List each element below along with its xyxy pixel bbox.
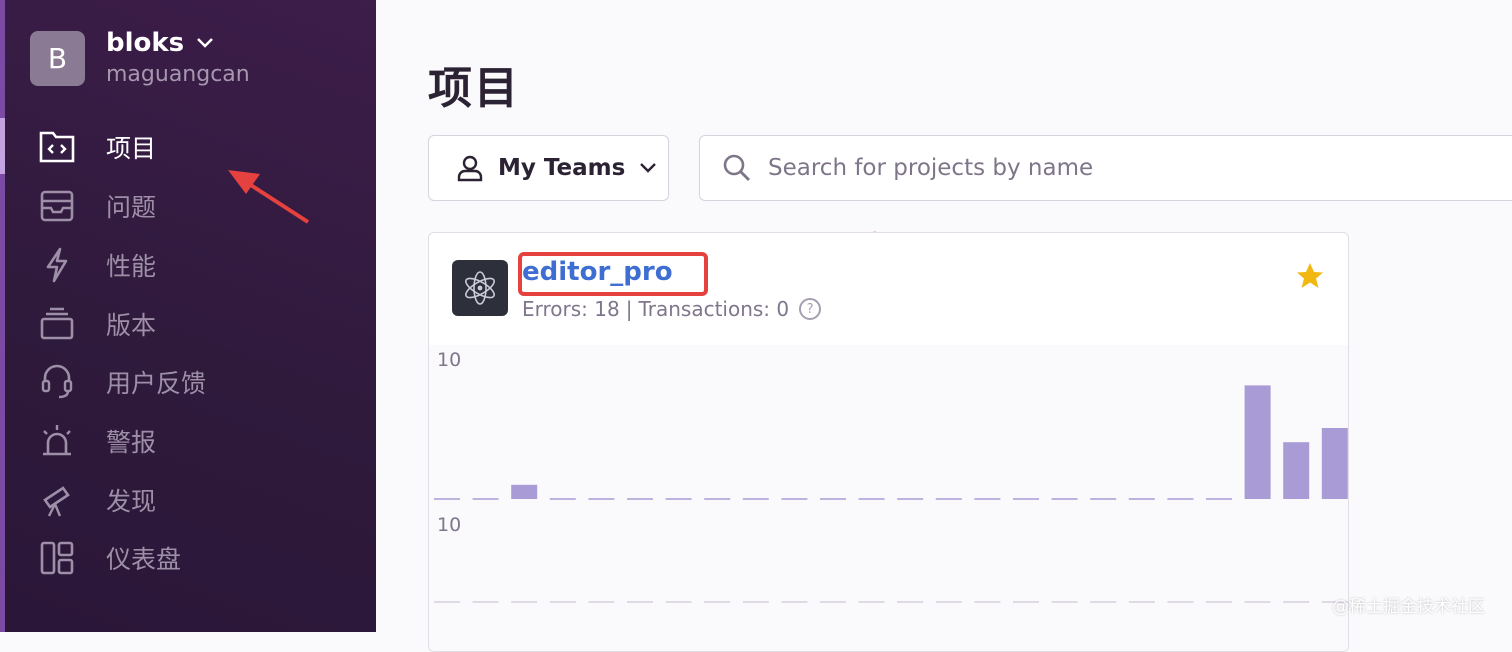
- sidebar-item-performance[interactable]: 性能: [5, 241, 376, 289]
- errors-count: Errors: 18: [522, 297, 620, 321]
- org-initial: B: [47, 42, 68, 75]
- error-bar[interactable]: [1244, 385, 1271, 499]
- performance-lightning-icon: [37, 245, 77, 285]
- page-title: 项目: [428, 63, 520, 114]
- issues-inbox-icon: [37, 186, 77, 226]
- user-feedback-icon: [37, 362, 77, 402]
- sidebar: B bloks maguangcan 项目 问题 性能 版本 用户反馈 警报 发…: [0, 0, 376, 632]
- my-teams-button[interactable]: My Teams: [428, 135, 669, 201]
- sidebar-item-label: 项目: [106, 134, 157, 163]
- chart-area: 10 10: [429, 345, 1348, 651]
- error-bar[interactable]: [511, 484, 538, 499]
- alerts-siren-icon: [37, 421, 77, 461]
- org-switcher[interactable]: bloks: [106, 28, 214, 58]
- stats-separator: |: [625, 297, 633, 321]
- project-search-input[interactable]: Search for projects by name: [699, 135, 1512, 201]
- sidebar-item-label: 发现: [106, 487, 157, 516]
- sidebar-item-label: 性能: [106, 252, 157, 281]
- sidebar-item-alerts[interactable]: 警报: [5, 417, 376, 465]
- sidebar-item-discover[interactable]: 发现: [5, 476, 376, 524]
- sidebar-item-label: 仪表盘: [106, 545, 182, 574]
- project-folder-icon: [37, 127, 77, 167]
- help-icon[interactable]: ?: [799, 298, 822, 320]
- sidebar-item-dashboards[interactable]: 仪表盘: [5, 534, 376, 582]
- sidebar-item-releases[interactable]: 版本: [5, 300, 376, 348]
- star-bookmark-icon[interactable]: [1295, 261, 1325, 291]
- sidebar-item-label: 用户反馈: [106, 369, 207, 398]
- discover-telescope-icon: [37, 480, 77, 520]
- user-name: maguangcan: [106, 62, 250, 87]
- annotation-highlight-box: [518, 252, 708, 296]
- watermark: @稀土掘金技术社区: [1332, 597, 1485, 617]
- sidebar-item-label: 问题: [106, 193, 157, 222]
- releases-stack-icon: [37, 304, 77, 344]
- project-stats: Errors: 18 | Transactions: 0 ?: [522, 297, 822, 321]
- org-avatar[interactable]: B: [30, 31, 85, 86]
- chevron-down-icon: [197, 38, 214, 48]
- org-name: bloks: [106, 28, 185, 58]
- sidebar-item-label: 警报: [106, 428, 157, 457]
- errors-bar-chart: [434, 385, 1348, 603]
- user-icon: [457, 155, 483, 182]
- sidebar-item-projects[interactable]: 项目: [5, 123, 376, 171]
- search-icon: [723, 154, 750, 181]
- electron-platform-icon: [452, 260, 508, 316]
- chevron-down-icon: [640, 163, 657, 173]
- my-teams-label: My Teams: [498, 155, 626, 181]
- project-card: editor_pro Errors: 18 | Transactions: 0 …: [428, 232, 1349, 652]
- dashboards-grid-icon: [37, 538, 77, 578]
- sidebar-item-user-feedback[interactable]: 用户反馈: [5, 358, 376, 406]
- sidebar-item-issues[interactable]: 问题: [5, 182, 376, 230]
- search-placeholder: Search for projects by name: [768, 155, 1094, 181]
- sidebar-item-label: 版本: [106, 311, 157, 340]
- error-bar[interactable]: [1283, 442, 1310, 499]
- error-bar[interactable]: [1321, 428, 1348, 499]
- transactions-count: Transactions: 0: [638, 297, 790, 321]
- annotation-arrow: [228, 170, 310, 224]
